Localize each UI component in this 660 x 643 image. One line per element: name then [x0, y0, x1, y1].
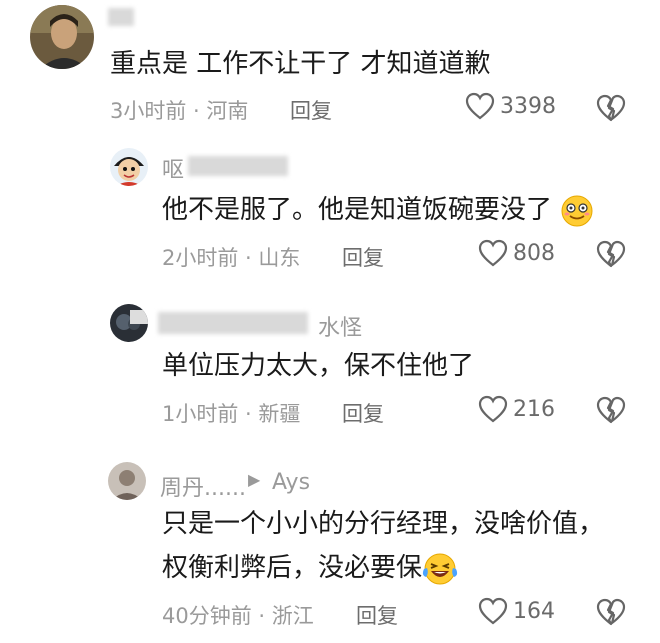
username-blur: [188, 156, 288, 176]
broken-heart-icon[interactable]: [596, 396, 626, 424]
reply-button[interactable]: 回复: [342, 242, 384, 272]
reply-button[interactable]: 回复: [356, 600, 398, 630]
like-button[interactable]: 808: [478, 239, 555, 267]
avatar[interactable]: [110, 304, 148, 342]
comment-text-line-1: 只是一个小小的分行经理，没啥价值，: [162, 509, 605, 539]
like-count: 808: [513, 240, 555, 266]
heart-icon: [478, 239, 508, 267]
comment-location: 新疆: [258, 402, 301, 426]
comment-text: 他不是服了。他是知道饭碗要没了: [162, 192, 594, 228]
like-count: 3398: [500, 93, 556, 119]
comment-meta-time: 2小时前 · 山东: [162, 246, 301, 270]
laughing-tears-emoji: [422, 553, 458, 584]
broken-heart-icon[interactable]: [596, 240, 626, 268]
comment-text: 重点是 工作不让干了 才知道道歉: [110, 49, 491, 79]
reply-button[interactable]: 回复: [342, 398, 384, 428]
comment-text-content: 权衡利弊后，没必要保: [162, 553, 423, 583]
like-button[interactable]: 216: [478, 395, 555, 423]
comment-item: 呕 他不是服了。他是知道饭碗要没了 2小时前 · 山东 回复 808: [0, 140, 660, 290]
reply-to-username[interactable]: Ays: [272, 470, 310, 495]
comment-time: 3小时前: [110, 99, 187, 123]
like-count: 216: [513, 396, 555, 422]
comment-time: 1小时前: [162, 402, 239, 426]
like-button[interactable]: 164: [478, 597, 555, 625]
comment-time: 2小时前: [162, 246, 239, 270]
comment-text-content: 他不是服了。他是知道饭碗要没了: [162, 195, 553, 225]
avatar[interactable]: [110, 148, 148, 186]
comment-list: 重点是 工作不让干了 才知道道歉 3小时前 · 河南 回复 3398 呕 他不是…: [0, 0, 660, 643]
comment-text-line-2: 权衡利弊后，没必要保: [162, 550, 458, 587]
comment-time: 40分钟前: [162, 604, 252, 628]
like-count: 164: [513, 598, 555, 624]
username[interactable]: 水怪: [318, 310, 362, 342]
broken-heart-icon[interactable]: [596, 598, 626, 626]
username-blur: [108, 8, 134, 26]
comment-location: 山东: [258, 246, 301, 270]
heart-icon: [465, 92, 495, 120]
avatar[interactable]: [30, 5, 94, 69]
reply-button[interactable]: 回复: [290, 95, 332, 125]
reply-arrow-icon: ▶: [248, 470, 261, 489]
username[interactable]: 周丹......: [160, 470, 246, 502]
broken-heart-icon[interactable]: [596, 94, 626, 122]
heart-icon: [478, 395, 508, 423]
comment-meta-time: 3小时前 · 河南: [110, 99, 249, 123]
smiling-face-emoji: [561, 195, 593, 226]
heart-icon: [478, 597, 508, 625]
avatar[interactable]: [108, 462, 146, 500]
like-button[interactable]: 3398: [465, 92, 556, 120]
comment-item: 重点是 工作不让干了 才知道道歉 3小时前 · 河南 回复 3398: [0, 0, 660, 140]
comment-location: 河南: [206, 99, 249, 123]
comment-item: 周丹...... ▶ Ays 只是一个小小的分行经理，没啥价值， 权衡利弊后，没…: [0, 450, 660, 643]
comment-meta-time: 40分钟前 · 浙江: [162, 604, 314, 628]
comment-location: 浙江: [271, 604, 314, 628]
comment-meta-time: 1小时前 · 新疆: [162, 402, 301, 426]
comment-item: 水怪 单位压力太大，保不住他了 1小时前 · 新疆 回复 216: [0, 290, 660, 450]
comment-text: 单位压力太大，保不住他了: [162, 351, 475, 381]
username-blur: [158, 312, 308, 334]
username[interactable]: 呕: [162, 152, 184, 184]
